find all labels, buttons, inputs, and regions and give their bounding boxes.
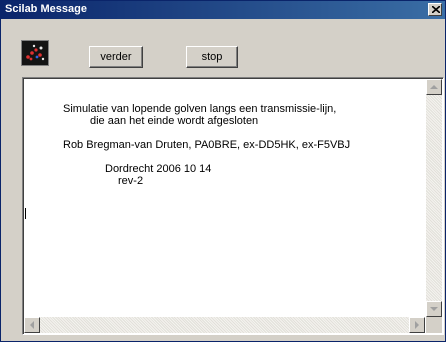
scroll-left-button[interactable]	[24, 317, 40, 333]
scroll-up-button[interactable]	[426, 79, 442, 95]
arrow-left-icon	[30, 321, 34, 329]
scroll-right-button[interactable]	[409, 317, 425, 333]
scroll-down-button[interactable]	[426, 301, 442, 317]
title-bar[interactable]: Scilab Message	[1, 1, 445, 19]
vertical-scrollbar[interactable]	[426, 79, 442, 317]
message-line-2: die aan het einde wordt afgesloten	[90, 115, 259, 127]
window-title: Scilab Message	[5, 3, 87, 15]
close-button[interactable]	[428, 3, 442, 16]
message-line-4: Dordrecht 2006 10 14	[105, 163, 212, 175]
scilab-message-window: Scilab Message verder stop Simulatie van…	[0, 0, 446, 342]
arrow-up-icon	[430, 85, 438, 89]
scrollbar-corner	[426, 317, 442, 333]
message-line-1: Simulatie van lopende golven langs een t…	[63, 103, 337, 115]
verder-button[interactable]: verder	[89, 46, 143, 68]
message-text-area[interactable]: Simulatie van lopende golven langs een t…	[22, 77, 444, 335]
arrow-right-icon	[415, 321, 419, 329]
message-line-5: rev-2	[118, 175, 144, 187]
text-caret	[25, 208, 26, 219]
scilab-icon	[21, 40, 49, 66]
message-text: Simulatie van lopende golven langs een t…	[23, 78, 413, 308]
message-line-3: Rob Bregman-van Druten, PA0BRE, ex-DD5HK…	[63, 139, 351, 151]
stop-button[interactable]: stop	[186, 46, 238, 68]
horizontal-scrollbar[interactable]	[24, 317, 425, 333]
arrow-down-icon	[430, 307, 438, 311]
close-icon	[432, 6, 440, 13]
